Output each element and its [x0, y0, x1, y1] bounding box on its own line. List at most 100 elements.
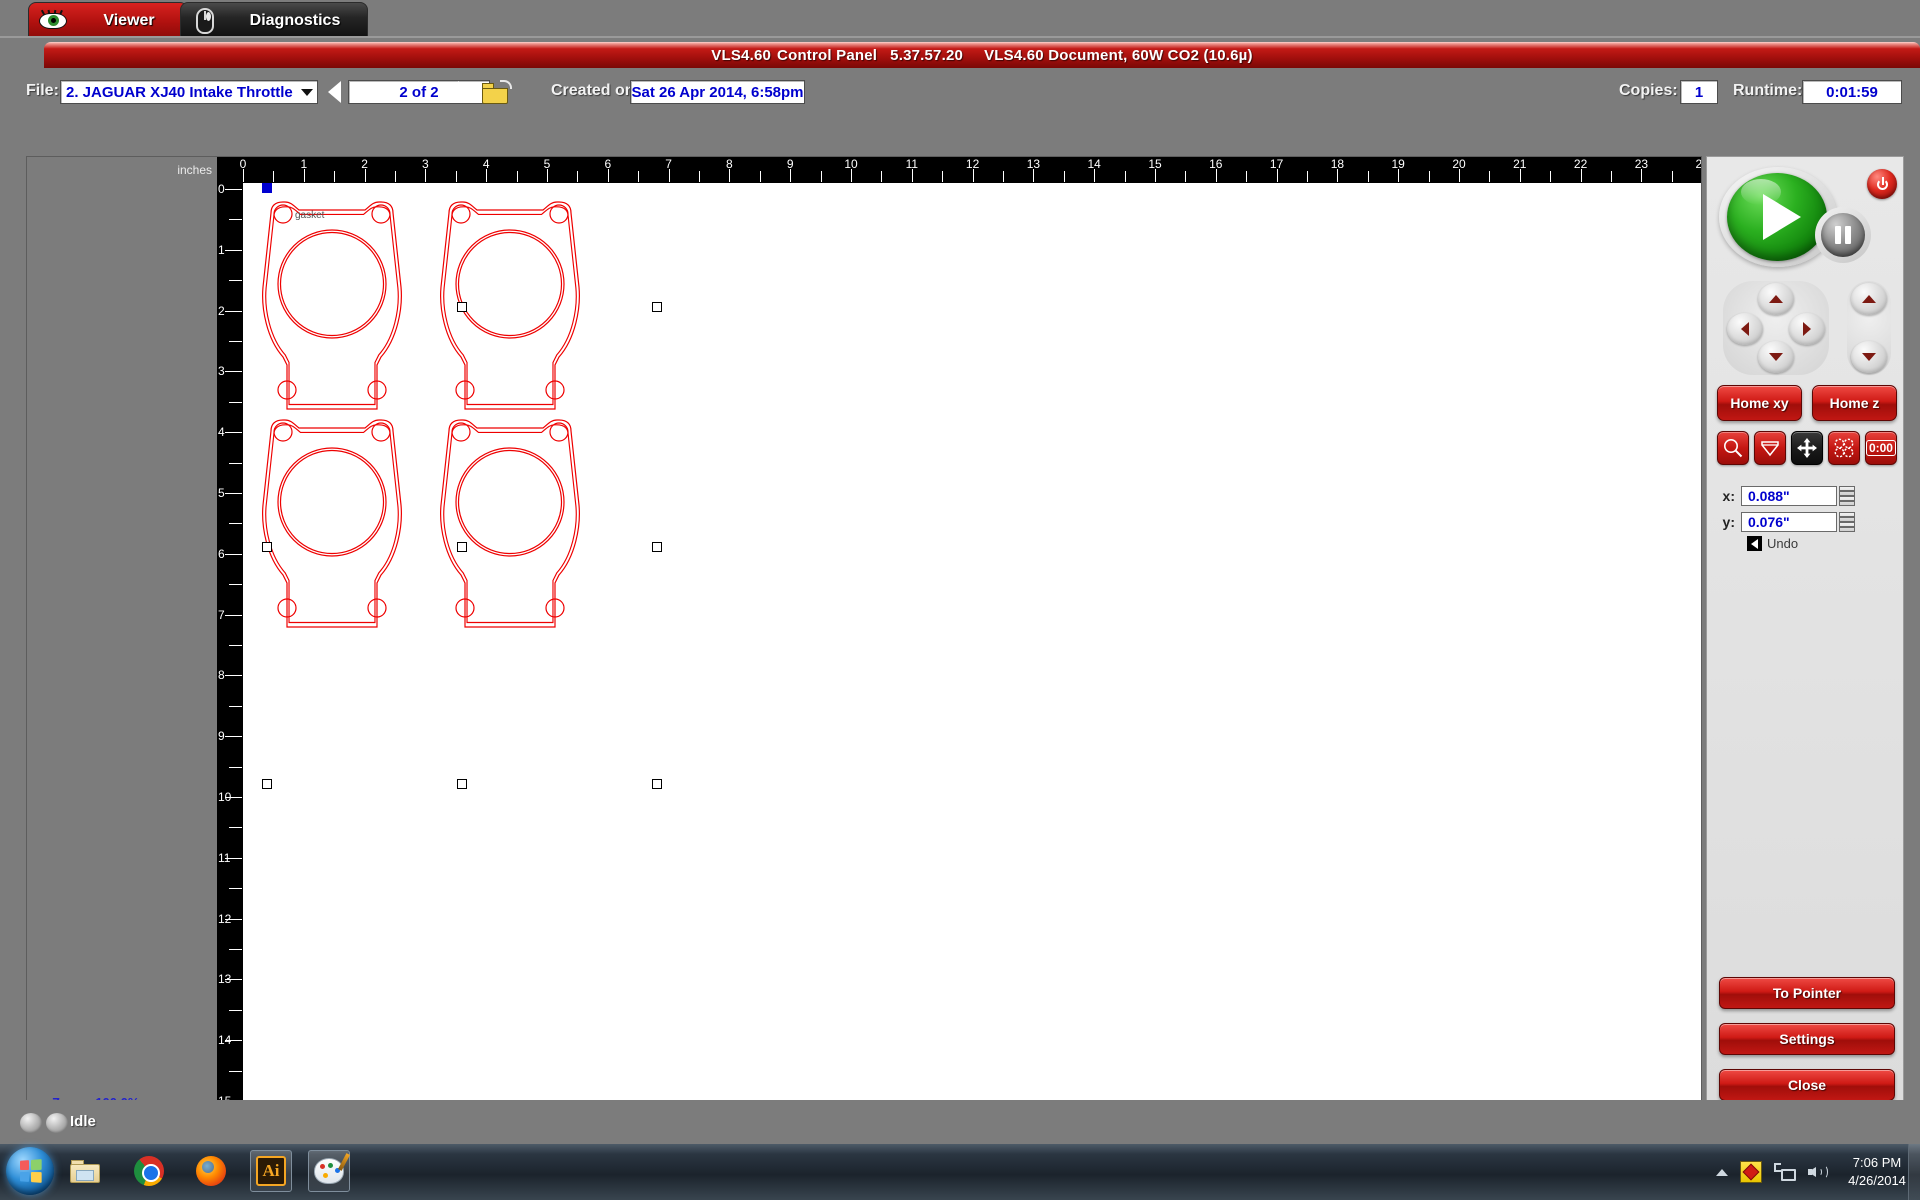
file-label: File:	[26, 82, 59, 99]
y-stepper[interactable]	[1839, 512, 1855, 532]
window-title-bar: VLS4.60 Control Panel 5.37.57.20 VLS4.60…	[44, 42, 1920, 68]
ruler-tick	[229, 827, 242, 829]
home-z-button[interactable]: Home z	[1812, 385, 1897, 421]
vls-driver-icon[interactable]	[1740, 1161, 1762, 1183]
x-stepper[interactable]	[1839, 486, 1855, 506]
jog-down-button[interactable]	[1758, 341, 1794, 373]
ruler-tick	[229, 705, 242, 707]
copies-input[interactable]: 1	[1680, 80, 1718, 104]
ruler-tick	[229, 280, 242, 282]
tab-strip: Viewer Diagnostics	[0, 0, 1920, 38]
tab-diagnostics[interactable]: Diagnostics	[180, 2, 368, 38]
origin-marker[interactable]	[262, 183, 272, 193]
ruler-tick	[229, 1009, 242, 1011]
ruler-label: 6	[218, 546, 225, 561]
copies-label: Copies:	[1619, 82, 1678, 99]
x-input[interactable]: 0.088"	[1741, 486, 1837, 506]
settings-button[interactable]: Settings	[1719, 1023, 1895, 1055]
ruler-tick	[1246, 171, 1248, 182]
y-stepper-up[interactable]	[1839, 512, 1855, 522]
firefox-icon[interactable]	[190, 1150, 232, 1192]
ruler-label: 7	[665, 157, 672, 171]
ruler-label: 12	[965, 157, 980, 171]
ruler-label: 13	[218, 972, 232, 987]
gasket-outline[interactable]	[440, 419, 580, 628]
google-chrome-icon[interactable]	[128, 1150, 170, 1192]
runtime-value-box: 0:01:59	[1802, 80, 1902, 104]
play-button[interactable]	[1727, 173, 1827, 261]
ruler-label: 9	[786, 157, 794, 171]
undo-arrow-icon	[1747, 536, 1762, 551]
selection-handle-top-center[interactable]	[457, 302, 467, 312]
tool-button-row: 0:00	[1717, 431, 1897, 465]
prev-arrow-icon[interactable]	[328, 81, 341, 103]
selection-handle-top-right[interactable]	[652, 302, 662, 312]
selection-handle-mid-center[interactable]	[457, 542, 467, 552]
move-tool-icon[interactable]	[1790, 431, 1823, 465]
x-stepper-up[interactable]	[1839, 486, 1855, 496]
jog-right-button[interactable]	[1789, 313, 1825, 345]
gasket-outline[interactable]	[262, 419, 402, 628]
x-position-row: x: 0.088"	[1715, 485, 1897, 507]
tab-viewer[interactable]: Viewer	[28, 2, 188, 38]
ruler-tick	[225, 736, 242, 738]
estimate-time-icon[interactable]: 0:00	[1864, 431, 1897, 465]
show-hidden-icons[interactable]	[1716, 1168, 1728, 1176]
network-icon[interactable]	[1774, 1163, 1796, 1181]
selection-handle-bottom-right[interactable]	[652, 779, 662, 789]
volume-icon[interactable]	[1808, 1163, 1828, 1181]
gasket-outline[interactable]	[262, 201, 402, 410]
ruler-label: 10	[218, 790, 232, 804]
show-desktop-button[interactable]	[1908, 1144, 1920, 1200]
ruler-tick	[516, 171, 518, 182]
jog-up-button[interactable]	[1758, 283, 1794, 315]
file-select[interactable]: 2. JAGUAR XJ40 Intake Throttle Bod	[60, 80, 318, 104]
close-button[interactable]: Close	[1719, 1069, 1895, 1101]
adobe-illustrator-icon[interactable]: Ai	[250, 1150, 292, 1192]
selection-handle-mid-left[interactable]	[262, 542, 272, 552]
ruler-tick	[229, 219, 242, 221]
ruler-tick	[225, 614, 242, 616]
power-button[interactable]	[1867, 169, 1897, 199]
home-xy-button[interactable]: Home xy	[1717, 385, 1802, 421]
focus-tool-icon[interactable]	[1753, 431, 1786, 465]
ruler-label: 11	[905, 157, 919, 171]
ruler-label: 13	[1026, 157, 1041, 171]
file-toolbar: File: 2. JAGUAR XJ40 Intake Throttle Bod…	[0, 72, 1920, 112]
relocate-tool-icon[interactable]	[1827, 431, 1860, 465]
open-folder-icon[interactable]	[482, 80, 512, 104]
units-label-text: inches	[177, 163, 212, 177]
selection-handle-bottom-center[interactable]	[457, 779, 467, 789]
to-pointer-button[interactable]: To Pointer	[1719, 977, 1895, 1009]
status-text: Idle	[70, 1113, 96, 1130]
file-explorer-icon[interactable]	[64, 1150, 106, 1192]
jog-left-button[interactable]	[1727, 313, 1763, 345]
next-arrow-icon[interactable]	[458, 81, 471, 103]
clock[interactable]: 7:06 PM 4/26/2014	[1840, 1154, 1914, 1189]
zoom-tool-icon[interactable]	[1717, 431, 1749, 465]
ruler-tick	[699, 171, 700, 182]
pause-button[interactable]	[1821, 213, 1865, 257]
x-stepper-down[interactable]	[1839, 496, 1855, 506]
x-value: 0.088"	[1748, 488, 1790, 504]
start-orb[interactable]	[6, 1147, 54, 1195]
ruler-tick	[229, 341, 242, 342]
paint-icon[interactable]	[308, 1150, 350, 1192]
vector-artwork[interactable]	[243, 183, 1701, 1123]
ruler-label: 4	[218, 425, 225, 440]
main-panel: VLS4.60 Control Panel 5.37.57.20 VLS4.60…	[0, 36, 1920, 1136]
z-down-button[interactable]	[1851, 341, 1887, 373]
z-up-button[interactable]	[1851, 283, 1887, 315]
undo-button[interactable]: Undo	[1747, 536, 1798, 551]
ruler-label: 0	[239, 157, 247, 171]
y-input[interactable]: 0.076"	[1741, 512, 1837, 532]
ruler-label: 15	[1148, 157, 1162, 171]
y-stepper-down[interactable]	[1839, 522, 1855, 532]
selection-handle-bottom-left[interactable]	[262, 779, 272, 789]
selection-handle-mid-right[interactable]	[652, 542, 662, 552]
canvas[interactable]: gasket	[243, 183, 1701, 1123]
ruler-label: 24	[1695, 157, 1701, 171]
ruler-label: 1	[300, 157, 308, 171]
ruler-label: 16	[1209, 157, 1223, 171]
chevron-down-icon[interactable]	[297, 81, 317, 103]
